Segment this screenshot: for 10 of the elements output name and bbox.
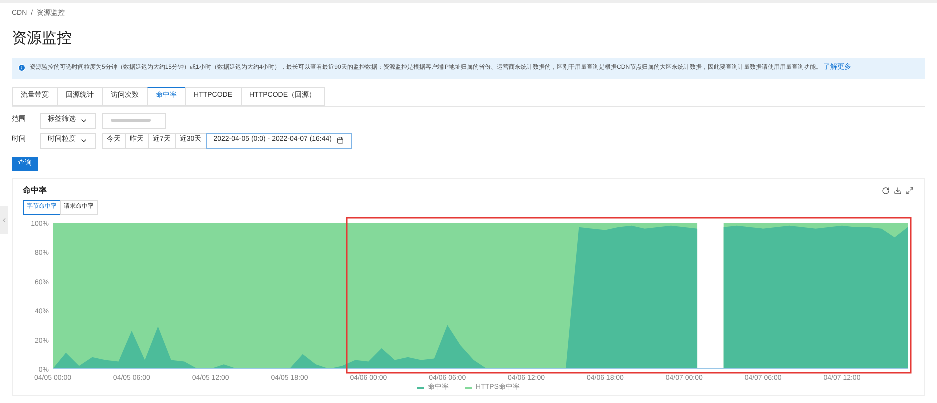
collapse-handle[interactable]	[0, 206, 8, 234]
calendar-icon	[337, 137, 344, 144]
expand-icon[interactable]	[906, 186, 914, 194]
page-title: 资源监控	[12, 28, 73, 48]
card-title: 命中率	[23, 184, 47, 196]
download-icon[interactable]	[894, 186, 902, 194]
chevron-left-icon	[0, 216, 8, 224]
refresh-icon[interactable]	[882, 186, 890, 194]
blurred-value	[111, 119, 151, 122]
info-icon	[18, 64, 26, 72]
